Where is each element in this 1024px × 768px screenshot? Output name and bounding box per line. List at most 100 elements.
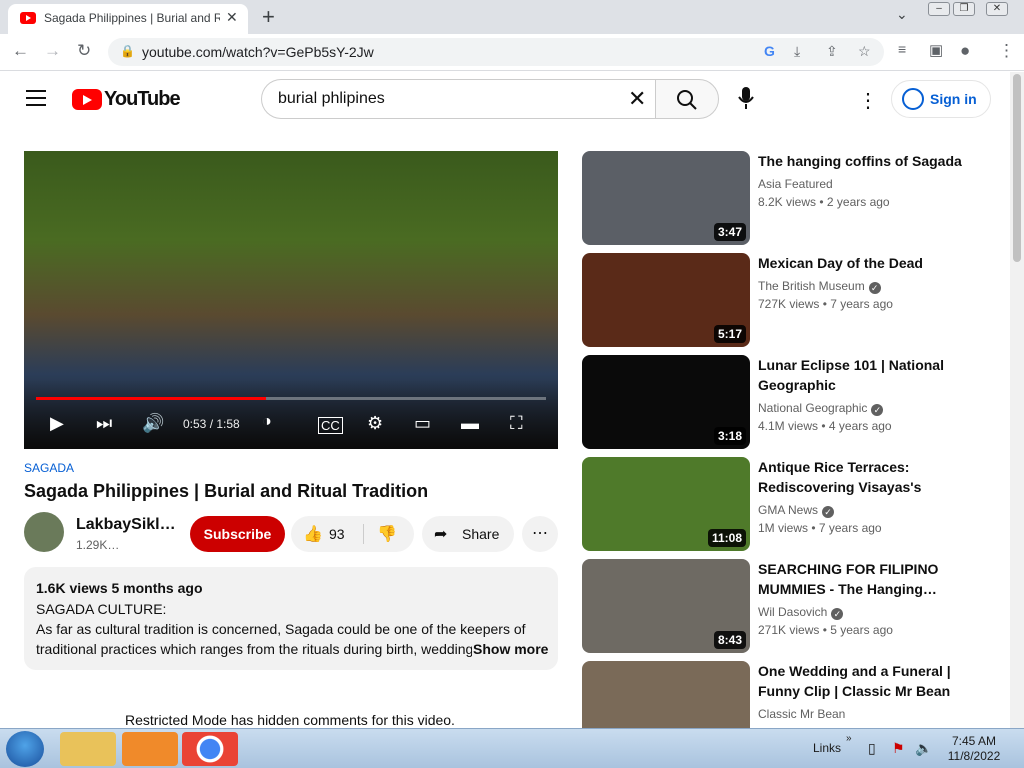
restore-button[interactable]: ❐	[953, 2, 975, 16]
recommended-title[interactable]: The hanging coffins of Sagada	[758, 151, 968, 171]
more-actions-button[interactable]: ⋯	[522, 516, 558, 552]
network-icon[interactable]: ▯	[868, 740, 876, 757]
page-scrollbar[interactable]	[1010, 72, 1024, 728]
action-center-flag-icon[interactable]: ⚑	[892, 740, 905, 757]
video-duration: 11:08	[707, 529, 746, 547]
file-explorer-icon[interactable]	[60, 732, 116, 766]
speaker-icon[interactable]: 🔈	[915, 740, 932, 757]
like-dislike-pill: 👍 93 👎	[291, 516, 414, 552]
miniplayer-icon[interactable]: ▭	[414, 413, 431, 434]
search-input[interactable]: burial phlipines	[278, 90, 385, 108]
hashtag-link[interactable]: SAGADA	[24, 461, 74, 475]
recommended-video[interactable]: 3:47 The hanging coffins of Sagada Asia Fe…	[582, 151, 982, 245]
subscribe-button[interactable]: Subscribe	[190, 516, 285, 552]
play-icon[interactable]: ▶	[50, 413, 64, 434]
recommended-channel[interactable]: Asia Featured	[758, 177, 833, 191]
install-app-icon[interactable]: ⤓	[794, 43, 800, 60]
verified-check-icon: ✓	[822, 506, 835, 518]
video-duration: 3:18	[713, 427, 746, 445]
share-button[interactable]: ➦ Share	[422, 516, 514, 552]
profile-icon[interactable]: ●	[960, 41, 970, 61]
recommended-video[interactable]: 3:18 Lunar Eclipse 101 | National Geograp…	[582, 355, 982, 449]
chrome-menu-icon[interactable]: ⋮	[998, 41, 1015, 61]
bookmark-star-icon[interactable]: ☆	[858, 43, 871, 60]
recommended-title[interactable]: Antique Rice Terraces: Rediscovering Vis…	[758, 457, 968, 497]
settings-more-icon[interactable]: ⋮	[858, 88, 878, 113]
video-thumbnail[interactable]: 3:47	[582, 151, 750, 245]
close-tab-icon[interactable]: ✕	[226, 9, 238, 26]
tab-search-chevron-icon[interactable]: ⌄	[896, 6, 908, 23]
video-thumbnail[interactable]: 8:43	[582, 559, 750, 653]
chrome-taskbar-icon[interactable]	[182, 732, 238, 766]
channel-label: GMA News	[758, 503, 819, 517]
video-duration: 8:43	[713, 631, 746, 649]
dislike-thumb-icon[interactable]: 👎	[377, 524, 397, 544]
close-window-button[interactable]: ✕	[986, 2, 1008, 16]
reload-icon[interactable]: ↻	[77, 41, 91, 61]
recommended-channel[interactable]: GMA News ✓	[758, 503, 835, 518]
forward-arrow-icon[interactable]: →	[44, 41, 61, 61]
like-thumb-icon[interactable]: 👍	[303, 524, 323, 544]
minimize-button[interactable]: –	[928, 2, 950, 16]
recommended-channel[interactable]: Wil Dasovich ✓	[758, 605, 844, 620]
video-title: Sagada Philippines | Burial and Ritual T…	[24, 481, 429, 501]
theater-mode-icon[interactable]: ▬	[461, 413, 479, 434]
recommended-video[interactable]: 5:17 Mexican Day of the Dead The British M…	[582, 253, 982, 347]
google-lens-icon[interactable]: G	[764, 43, 775, 59]
recommended-views: 727K views • 7 years ago	[758, 297, 893, 311]
links-toolbar[interactable]: Links	[813, 741, 841, 755]
recommended-video[interactable]: 8:43 SEARCHING FOR FILIPINO MUMMIES - The…	[582, 559, 982, 653]
search-button[interactable]	[655, 79, 719, 119]
description-line: traditional practices which ranges from …	[36, 641, 472, 657]
settings-gear-icon[interactable]: ⚙	[367, 413, 383, 434]
url-text[interactable]: youtube.com/watch?v=GePb5sY-2Jw	[142, 44, 374, 60]
recommended-video[interactable]: 11:08 Antique Rice Terraces: Rediscoverin…	[582, 457, 982, 551]
back-arrow-icon[interactable]: ←	[12, 41, 29, 61]
side-panel-icon[interactable]: ▣	[929, 41, 943, 59]
start-button-icon[interactable]	[6, 731, 44, 767]
channel-name[interactable]: LakbaySikl…	[76, 516, 176, 534]
sign-in-button[interactable]: Sign in	[891, 80, 991, 118]
browser-tab[interactable]: Sagada Philippines | Burial and Ritual T…	[8, 4, 248, 34]
new-tab-button[interactable]: +	[262, 4, 275, 30]
address-bar[interactable]: 🔒 youtube.com/watch?v=GePb5sY-2Jw G ⤓ ⇪ …	[108, 38, 884, 66]
scrollbar-thumb[interactable]	[1013, 74, 1021, 262]
search-box[interactable]: burial phlipines ✕	[261, 79, 656, 119]
recommended-title[interactable]: One Wedding and a Funeral | Funny Clip |…	[758, 661, 968, 701]
progress-bar[interactable]	[36, 397, 546, 400]
share-page-icon[interactable]: ⇪	[826, 43, 838, 60]
youtube-logo-icon[interactable]	[72, 89, 102, 110]
taskbar-clock[interactable]: 7:45 AM 11/8/2022	[946, 734, 1002, 764]
recommended-title[interactable]: Lunar Eclipse 101 | National Geographic	[758, 355, 968, 395]
autoplay-toggle-icon[interactable]: ◑	[262, 413, 272, 431]
recommended-channel[interactable]: Classic Mr Bean	[758, 707, 845, 721]
channel-avatar[interactable]	[24, 512, 64, 552]
recommended-title[interactable]: Mexican Day of the Dead	[758, 253, 968, 273]
recommended-channel[interactable]: National Geographic ✓	[758, 401, 884, 416]
video-thumbnail[interactable]: 3:18	[582, 355, 750, 449]
recommended-views: 271K views • 5 years ago	[758, 623, 893, 637]
hamburger-menu-icon[interactable]	[26, 90, 46, 106]
next-icon[interactable]: ⏭	[96, 413, 112, 434]
sign-in-label: Sign in	[930, 91, 977, 107]
volume-icon[interactable]: 🔊	[142, 413, 164, 434]
microphone-icon[interactable]	[738, 87, 754, 111]
description-box[interactable]: 1.6K views 5 months ago SAGADA CULTURE: …	[24, 567, 558, 670]
lock-icon[interactable]: 🔒	[120, 44, 135, 58]
youtube-logo-text[interactable]: YouTube	[104, 88, 181, 111]
show-more-arrows-icon[interactable]: »	[846, 733, 852, 744]
captions-icon[interactable]: CC	[318, 417, 343, 434]
show-more-button[interactable]: Show more	[473, 641, 548, 657]
like-count[interactable]: 93	[329, 526, 345, 542]
media-control-icon[interactable]: ≡	[898, 41, 906, 57]
recommended-channel[interactable]: The British Museum ✓	[758, 279, 881, 294]
tab-strip: Sagada Philippines | Burial and Ritual T…	[0, 0, 1024, 34]
media-player-icon[interactable]	[122, 732, 178, 766]
clear-search-icon[interactable]: ✕	[628, 86, 646, 112]
video-thumbnail[interactable]: 5:17	[582, 253, 750, 347]
restricted-mode-notice: Restricted Mode has hidden comments for …	[125, 712, 455, 728]
recommended-title[interactable]: SEARCHING FOR FILIPINO MUMMIES - The Han…	[758, 559, 968, 599]
video-thumbnail[interactable]: 11:08	[582, 457, 750, 551]
video-player[interactable]: ▶ ⏭ 🔊 0:53 / 1:58 ◑ CC ⚙ ▭ ▬ ⛶	[24, 151, 558, 449]
fullscreen-icon[interactable]: ⛶	[510, 413, 523, 434]
